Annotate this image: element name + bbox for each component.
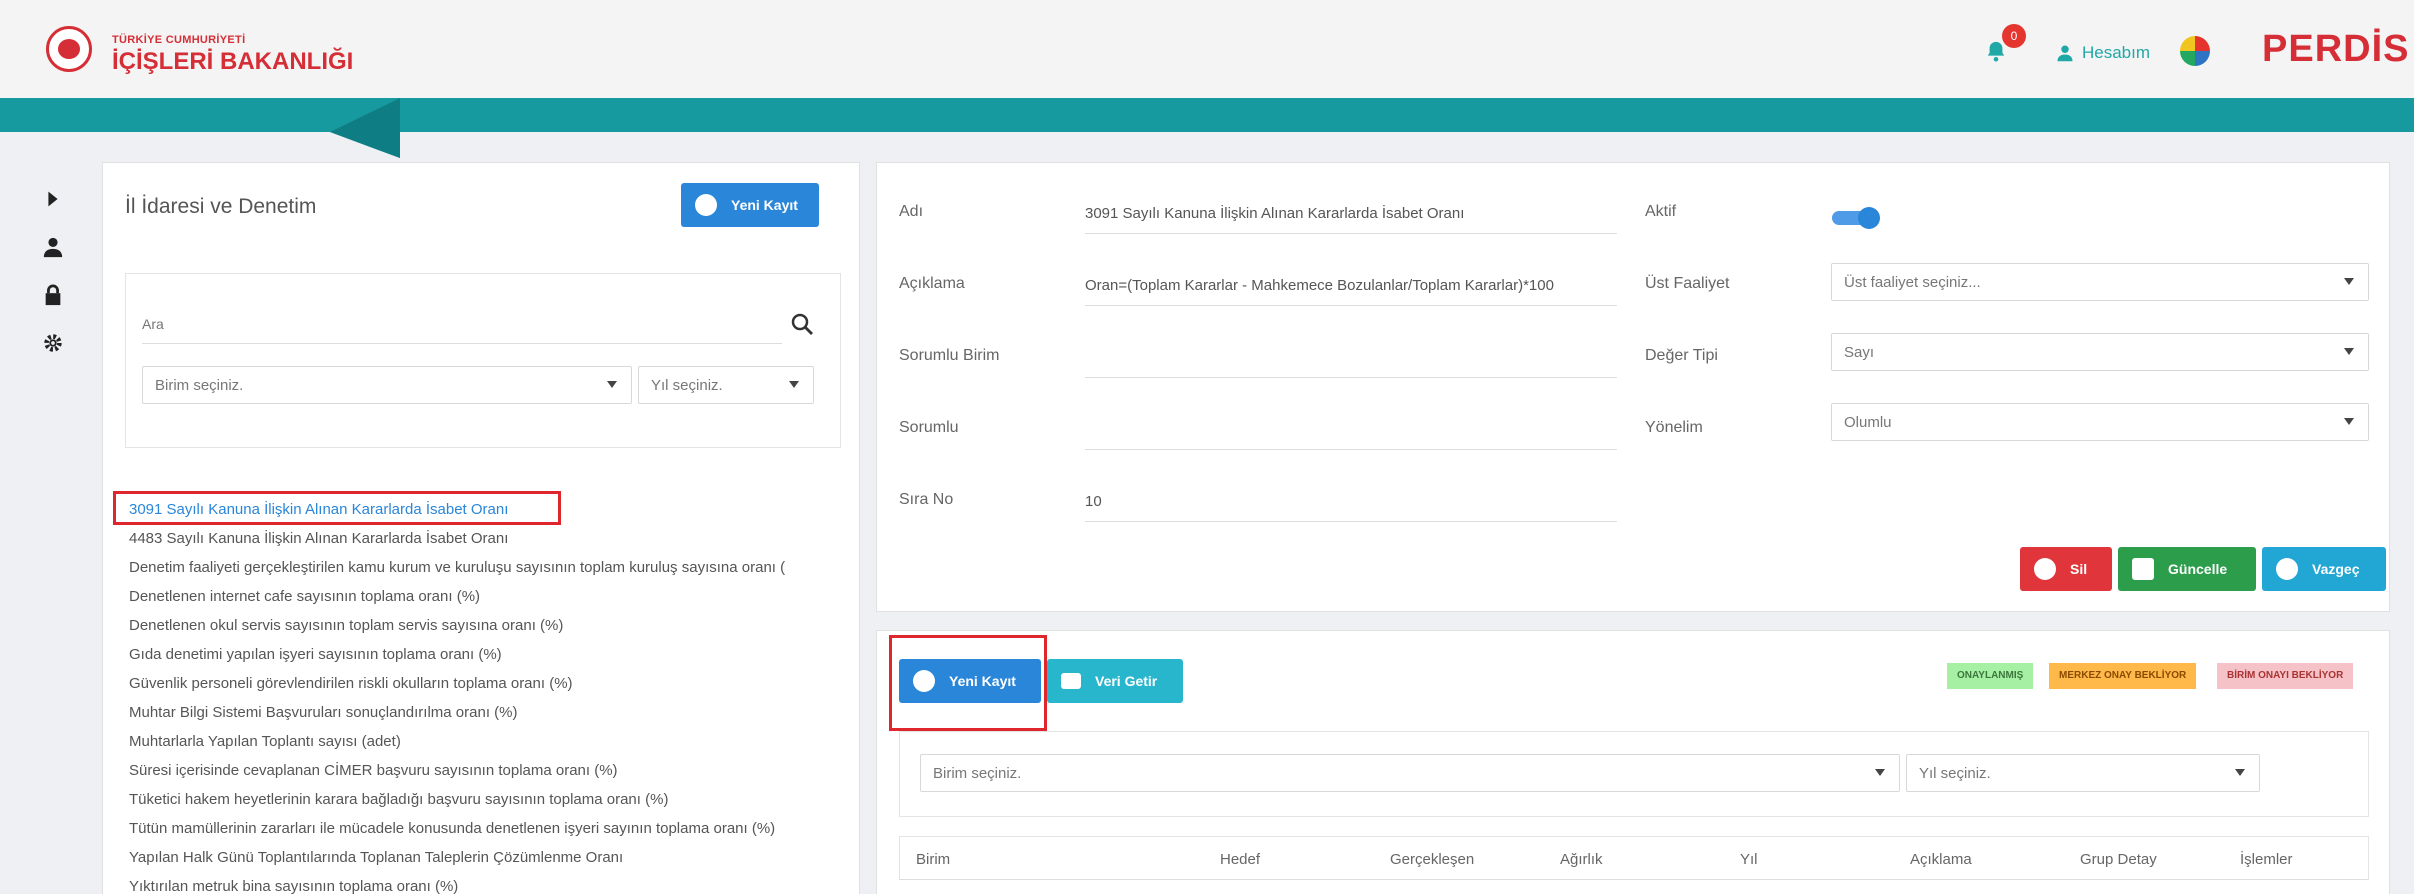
search-icon[interactable] (790, 312, 814, 336)
fetch-data-button[interactable]: Veri Getir (1047, 659, 1183, 703)
description-field[interactable]: Oran=(Toplam Kararlar - Mahkemece Bozula… (1085, 277, 1554, 294)
pie-chart-icon[interactable] (2180, 36, 2210, 66)
status-badge: ONAYLANMIŞ (1947, 663, 2034, 689)
list-item[interactable]: Süresi içerisinde cevaplanan CİMER başvu… (121, 756, 851, 785)
caret-down-icon (2344, 348, 2354, 355)
status-badge: BİRİM ONAYI BEKLİYOR (2217, 663, 2354, 689)
unit-select[interactable]: Birim seçiniz. (142, 366, 632, 404)
delete-button[interactable]: Sil (2020, 547, 2112, 591)
plus-circle-icon (913, 670, 935, 692)
name-field[interactable]: 3091 Sayılı Kanuna İlişkin Alınan Kararl… (1085, 205, 1464, 222)
caret-down-icon (2344, 418, 2354, 425)
column-header[interactable]: Ağırlık (1560, 851, 1603, 868)
column-header[interactable]: Gerçekleşen (1390, 851, 1474, 868)
ban-icon (2276, 558, 2298, 580)
column-header[interactable]: Birim (916, 851, 950, 868)
column-header[interactable]: Hedef (1220, 851, 1260, 868)
cancel-button[interactable]: Vazgeç (2262, 547, 2386, 591)
column-header[interactable]: Açıklama (1910, 851, 1972, 868)
brand-logo: PERDİS (2262, 28, 2410, 70)
list-item[interactable]: 3091 Sayılı Kanuna İlişkin Alınan Kararl… (121, 495, 851, 524)
lock-icon[interactable] (42, 284, 64, 306)
gear-icon[interactable] (42, 332, 64, 354)
value-type-select[interactable]: Sayı (1831, 333, 2369, 371)
list-item[interactable]: Denetlenen okul servis sayısının toplam … (121, 611, 851, 640)
list-item[interactable]: 4483 Sayılı Kanuna İlişkin Alınan Kararl… (121, 524, 851, 553)
data-unit-select[interactable]: Birim seçiniz. (920, 754, 1900, 792)
update-button[interactable]: Güncelle (2118, 547, 2256, 591)
year-select[interactable]: Yıl seçiniz. (638, 366, 814, 404)
parent-activity-select[interactable]: Üst faaliyet seçiniz... (1831, 263, 2369, 301)
caret-down-icon (607, 381, 617, 388)
active-toggle[interactable] (1832, 207, 1880, 229)
name-label: Adı (899, 203, 924, 220)
data-entries-panel: Yeni Kayıt Veri Getir ONAYLANMIŞ MERKEZ … (876, 630, 2390, 894)
list-item[interactable]: Gıda denetimi yapılan işyeri sayısının t… (121, 640, 851, 669)
data-year-select[interactable]: Yıl seçiniz. (1906, 754, 2260, 792)
indicator-list-panel: İl İdaresi ve Denetim Yeni Kayıt Birim s… (102, 162, 860, 894)
search-input[interactable] (142, 304, 782, 344)
folder-icon (1061, 673, 1081, 689)
parent-activity-label: Üst Faaliyet (1645, 275, 1730, 292)
indicator-list: 3091 Sayılı Kanuna İlişkin Alınan Kararl… (121, 495, 851, 894)
list-item[interactable]: Denetim faaliyeti gerçekleştirilen kamu … (121, 553, 851, 582)
list-item[interactable]: Muhtarlarla Yapılan Toplantı sayısı (ade… (121, 727, 851, 756)
save-icon (2132, 558, 2154, 580)
new-data-record-button[interactable]: Yeni Kayıt (899, 659, 1041, 703)
order-field[interactable]: 10 (1085, 493, 1102, 510)
ministry-seal-icon (46, 26, 92, 72)
cancel-circle-icon (2034, 558, 2056, 580)
column-header[interactable]: Grup Detay (2080, 851, 2157, 868)
caret-down-icon (2344, 278, 2354, 285)
list-item[interactable]: Muhtar Bilgi Sistemi Başvuruları sonuçla… (121, 698, 851, 727)
list-item[interactable]: Denetlenen internet cafe sayısının topla… (121, 582, 851, 611)
user-icon[interactable] (42, 236, 64, 258)
value-type-label: Değer Tipi (1645, 347, 1718, 364)
description-label: Açıklama (899, 275, 965, 292)
caret-down-icon (2235, 769, 2245, 776)
list-item[interactable]: Güvenlik personeli görevlendirilen riskl… (121, 669, 851, 698)
new-record-button[interactable]: Yeni Kayıt (681, 183, 819, 227)
logo-top-text: TÜRKİYE CUMHURİYETİ (112, 34, 246, 46)
direction-select[interactable]: Olumlu (1831, 403, 2369, 441)
list-item[interactable]: Yıktırılan metruk bina sayısının toplama… (121, 872, 851, 894)
caret-down-icon (789, 381, 799, 388)
status-badge: MERKEZ ONAY BEKLİYOR (2049, 663, 2197, 689)
list-item[interactable]: Tüketici hakem heyetlerinin karara bağla… (121, 785, 851, 814)
order-label: Sıra No (899, 491, 954, 508)
responsible-label: Sorumlu (899, 419, 959, 436)
data-table-header: Birim Hedef Gerçekleşen Ağırlık Yıl Açık… (899, 836, 2369, 880)
notification-badge: 0 (2002, 24, 2026, 48)
user-icon (2057, 45, 2073, 62)
header-band (0, 98, 2414, 132)
responsible-unit-label: Sorumlu Birim (899, 347, 1000, 364)
chevron-right-icon[interactable] (42, 188, 64, 210)
direction-label: Yönelim (1645, 419, 1703, 436)
caret-down-icon (1875, 769, 1885, 776)
active-label: Aktif (1645, 203, 1677, 220)
column-header[interactable]: Yıl (1740, 851, 1758, 868)
plus-circle-icon (695, 194, 717, 216)
filter-box: Birim seçiniz. Yıl seçiniz. (125, 273, 841, 448)
indicator-form-panel: Adı 3091 Sayılı Kanuna İlişkin Alınan Ka… (876, 162, 2390, 612)
list-item[interactable]: Yapılan Halk Günü Toplantılarında Toplan… (121, 843, 851, 872)
panel-title: İl İdaresi ve Denetim (125, 195, 317, 218)
list-item[interactable]: Tütün mamüllerinin zararları ile mücadel… (121, 814, 851, 843)
column-header[interactable]: İşlemler (2240, 851, 2293, 868)
data-filter-box: Birim seçiniz. Yıl seçiniz. (899, 731, 2369, 817)
logo-main-text: İÇİŞLERİ BAKANLIĞI (112, 48, 354, 75)
top-header: TÜRKİYE CUMHURİYETİ İÇİŞLERİ BAKANLIĞI 0… (0, 0, 2414, 98)
account-link[interactable]: Hesabım (2082, 43, 2150, 63)
